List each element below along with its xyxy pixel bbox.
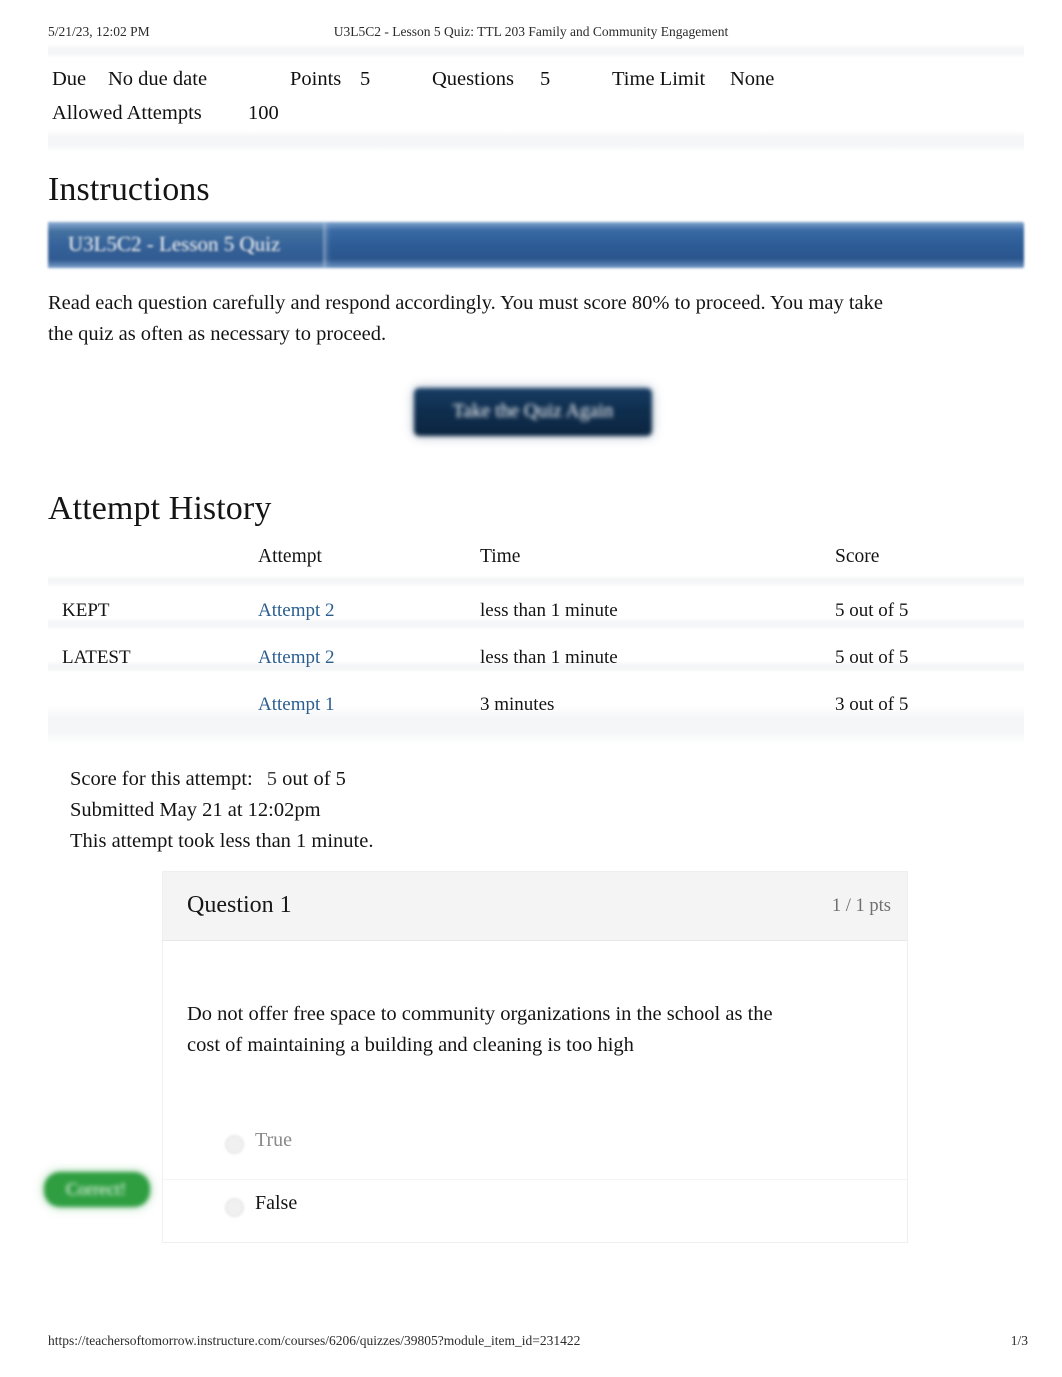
table-row: Attempt 1 3 minutes 3 out of 5 bbox=[48, 682, 1024, 729]
table-header-row: Attempt Time Score bbox=[48, 546, 1024, 588]
row-score: 5 out of 5 bbox=[835, 600, 909, 621]
quiz-meta-row-1: Due No due date Points 5 Questions 5 Time Limi… bbox=[52, 62, 1012, 96]
due-value: No due date bbox=[108, 68, 208, 90]
row-attempt-cell: Attempt 1 bbox=[258, 682, 480, 729]
print-footer: https://teachersoftomorrow.instructure.c… bbox=[0, 1333, 1062, 1353]
footer-url: https://teachersoftomorrow.instructure.c… bbox=[48, 1333, 581, 1348]
row-attempt-cell: Attempt 2 bbox=[258, 635, 480, 682]
column-header-attempt: Attempt bbox=[258, 546, 322, 567]
question-card: Question 1 1 / 1 pts Do not offer free s… bbox=[162, 871, 908, 1243]
questions-label: Questions bbox=[432, 68, 514, 90]
column-header-score: Score bbox=[835, 546, 880, 567]
attempt-history-body: KEPT Attempt 2 less than 1 minute 5 out … bbox=[48, 588, 1024, 729]
question-title: Question 1 bbox=[187, 892, 292, 918]
print-title: U3L5C2 - Lesson 5 Quiz: TTL 203 Family a… bbox=[333, 24, 729, 39]
score-label: Score for this attempt: bbox=[70, 768, 253, 790]
attempt-link[interactable]: Attempt 1 bbox=[258, 694, 335, 715]
attempt-link[interactable]: Attempt 2 bbox=[258, 600, 335, 621]
question-body: Do not offer free space to community org… bbox=[162, 941, 908, 1243]
allowed-attempts-value: 100 bbox=[248, 102, 279, 124]
row-score: 5 out of 5 bbox=[835, 647, 909, 668]
quiz-meta-row-2: Allowed Attempts 100 bbox=[52, 96, 1012, 130]
attempt-summary: Score for this attempt: 5 out of 5 Submit… bbox=[70, 764, 870, 857]
answer-label: False bbox=[255, 1192, 298, 1214]
score-denominator: out of 5 bbox=[282, 768, 346, 790]
allowed-attempts-label: Allowed Attempts bbox=[52, 102, 202, 124]
column-header-time: Time bbox=[480, 546, 521, 567]
page-title-instructions: Instructions bbox=[48, 171, 210, 208]
time-limit-label: Time Limit bbox=[612, 68, 706, 90]
due-label: Due bbox=[52, 68, 87, 90]
take-quiz-again-button-wrapper: Take the Quiz Again bbox=[414, 388, 652, 436]
attempt-score-line: Score for this attempt: 5 out of 5 bbox=[70, 764, 870, 795]
table-row: KEPT Attempt 2 less than 1 minute 5 out … bbox=[48, 588, 1024, 635]
row-attempt-cell: Attempt 2 bbox=[258, 588, 480, 635]
attempt-duration: This attempt took less than 1 minute. bbox=[70, 830, 374, 852]
attempt-history-table: Attempt Time Score KEPT Attempt 2 less t… bbox=[48, 546, 1024, 729]
print-header: 5/21/23, 12:02 PM U3L5C2 - Lesson 5 Quiz… bbox=[0, 24, 1062, 44]
answer-option-true[interactable]: True bbox=[163, 1117, 907, 1179]
quiz-banner-title: U3L5C2 - Lesson 5 Quiz bbox=[68, 232, 281, 256]
score-number: 5 bbox=[266, 768, 277, 790]
radio-button-icon[interactable] bbox=[225, 1198, 244, 1217]
row-time: 3 minutes bbox=[480, 694, 555, 715]
answer-label: True bbox=[255, 1129, 293, 1151]
instructions-body: Read each question carefully and respond… bbox=[48, 292, 883, 345]
meta-divider-band bbox=[48, 130, 1024, 152]
attempt-history-head: Attempt Time Score bbox=[48, 546, 1024, 588]
header-divider-band bbox=[48, 44, 1024, 58]
table-row: LATEST Attempt 2 less than 1 minute 5 ou… bbox=[48, 635, 1024, 682]
status-badge: Correct! bbox=[44, 1172, 150, 1207]
question-points: 1 / 1 pts bbox=[831, 896, 891, 916]
correct-badge-wrapper: Correct! bbox=[44, 1172, 150, 1207]
column-header-flag bbox=[48, 546, 258, 588]
question-header: Question 1 1 / 1 pts bbox=[162, 871, 908, 941]
attempt-link[interactable]: Attempt 2 bbox=[258, 647, 335, 668]
time-limit-value: None bbox=[730, 68, 775, 90]
questions-value: 5 bbox=[540, 68, 551, 90]
attempt-submitted: Submitted May 21 at 12:02pm bbox=[70, 799, 321, 821]
answer-options: True False bbox=[163, 1117, 907, 1242]
row-time: less than 1 minute bbox=[480, 647, 618, 668]
page-title-attempt-history: Attempt History bbox=[48, 490, 272, 527]
answer-option-false[interactable]: False bbox=[163, 1179, 907, 1242]
take-quiz-again-button[interactable]: Take the Quiz Again bbox=[414, 388, 652, 436]
row-time: less than 1 minute bbox=[480, 600, 618, 621]
radio-button-icon[interactable] bbox=[225, 1135, 244, 1154]
quiz-banner: U3L5C2 - Lesson 5 Quiz bbox=[48, 222, 1024, 268]
row-score: 3 out of 5 bbox=[835, 694, 909, 715]
row-flag: KEPT bbox=[62, 600, 110, 621]
row-flag: LATEST bbox=[62, 647, 131, 668]
points-label: Points bbox=[290, 68, 342, 90]
row-flag bbox=[48, 682, 258, 729]
quiz-meta: Due No due date Points 5 Questions 5 Time Limi… bbox=[52, 62, 1012, 130]
footer-page-number: 1/3 bbox=[1010, 1333, 1028, 1348]
points-value: 5 bbox=[360, 68, 371, 90]
question-text: Do not offer free space to community org… bbox=[187, 1003, 773, 1056]
